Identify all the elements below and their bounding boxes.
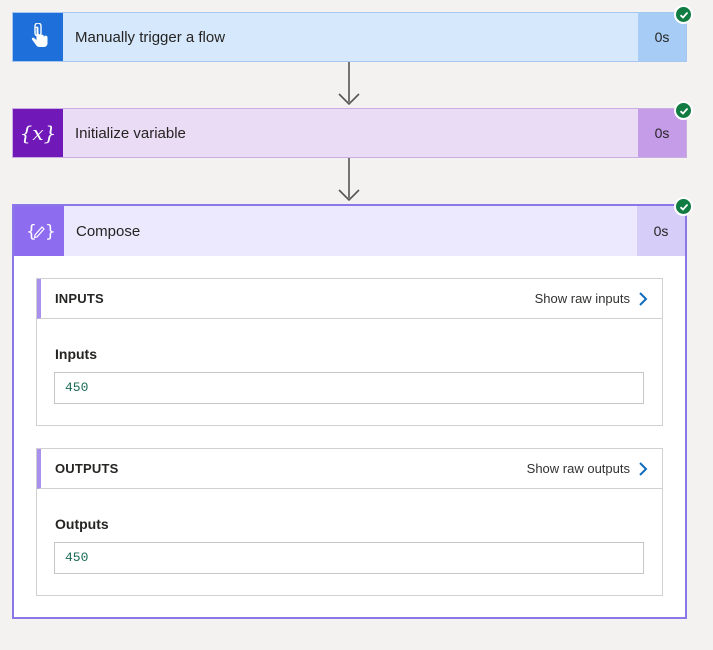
step-title: Manually trigger a flow bbox=[75, 28, 226, 46]
step-card-compose[interactable]: { } Compose 0s INPUTS Show raw inputs In… bbox=[12, 197, 693, 619]
step-header[interactable]: { } Compose 0s bbox=[14, 206, 685, 256]
svg-text:}: } bbox=[45, 222, 54, 242]
touch-hand-icon bbox=[13, 13, 63, 61]
show-raw-inputs-link[interactable]: Show raw inputs bbox=[535, 291, 648, 307]
connector-arrow-icon bbox=[338, 62, 360, 106]
compose-icon: { } bbox=[14, 206, 64, 256]
success-check-icon bbox=[674, 5, 693, 24]
step-title: Initialize variable bbox=[75, 124, 186, 142]
show-raw-outputs-link[interactable]: Show raw outputs bbox=[527, 461, 648, 477]
chevron-right-icon bbox=[639, 461, 648, 476]
step-card-manual-trigger[interactable]: Manually trigger a flow 0s bbox=[12, 5, 693, 62]
step-header[interactable]: Manually trigger a flow 0s bbox=[13, 13, 686, 61]
inputs-field-label: Inputs bbox=[55, 346, 97, 362]
inputs-section-header: INPUTS Show raw inputs bbox=[37, 279, 662, 319]
connector-arrow-icon bbox=[338, 158, 360, 202]
step-card-initialize-variable[interactable]: {x} Initialize variable 0s bbox=[12, 101, 693, 158]
success-check-icon bbox=[674, 197, 693, 216]
show-raw-outputs-label: Show raw outputs bbox=[526, 461, 630, 476]
chevron-right-icon bbox=[639, 291, 648, 306]
outputs-section: OUTPUTS Show raw outputs Outputs 450 bbox=[36, 448, 663, 596]
step-title: Compose bbox=[76, 222, 141, 240]
inputs-section: INPUTS Show raw inputs Inputs 450 bbox=[36, 278, 663, 426]
outputs-section-header: OUTPUTS Show raw outputs bbox=[37, 449, 662, 489]
outputs-heading: OUTPUTS bbox=[55, 461, 119, 476]
svg-text:{: { bbox=[26, 222, 37, 242]
outputs-value-box: 450 bbox=[54, 542, 644, 574]
success-check-icon bbox=[674, 101, 693, 120]
step-header[interactable]: {x} Initialize variable 0s bbox=[13, 109, 686, 157]
inputs-value-box: 450 bbox=[54, 372, 644, 404]
svg-text:{x}: {x} bbox=[20, 121, 57, 145]
inputs-heading: INPUTS bbox=[55, 291, 104, 306]
outputs-field-label: Outputs bbox=[55, 516, 109, 532]
variable-icon: {x} bbox=[13, 109, 63, 157]
show-raw-inputs-label: Show raw inputs bbox=[534, 291, 630, 306]
